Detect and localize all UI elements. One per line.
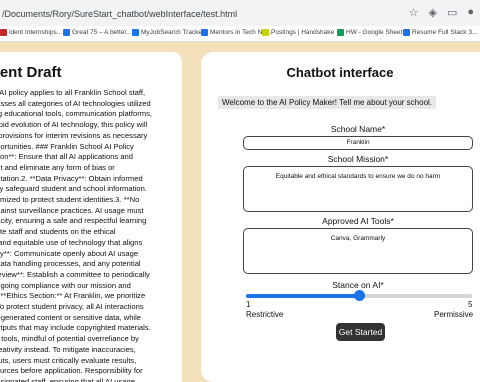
chatbot-title: Chatbot interface [286, 65, 394, 80]
draft-line: ing educational tools, communication pla… [0, 109, 152, 119]
draft-line: pportunities. ### Franklin School AI Pol… [0, 141, 134, 151]
draft-line: tputs, users must critically evaluate re… [0, 355, 137, 365]
bookmark-favicon-icon [201, 29, 208, 36]
draft-line: against surveillance practices. AI usage… [0, 205, 144, 215]
stance-label: Stance on AI* [332, 280, 384, 290]
draft-line: e. **Ethics Section:** At Franklin, we p… [0, 291, 146, 301]
draft-line: outputs that may include copyrighted mat… [0, 323, 151, 333]
bookmark-item[interactable]: Great 75 – A better... [63, 29, 132, 36]
bookmark-label: Great 75 – A better... [72, 29, 132, 36]
url-text[interactable]: /Documents/Rory/SureStart_chatbot/webInt… [2, 9, 237, 19]
draft-line: entation.2. **Data Privacy**: Obtain inf… [0, 173, 143, 183]
bookmark-favicon-icon [337, 29, 344, 36]
draft-body: is AI policy applies to all Franklin Sch… [0, 88, 175, 382]
get-started-button[interactable]: Get Started [336, 323, 385, 341]
school-mission-textarea[interactable]: Equitable and ethical standards to ensur… [243, 166, 473, 212]
stance-slider-thumb[interactable] [354, 290, 365, 301]
bookmark-label: MyJobSearch Tracke... [141, 29, 208, 36]
school-name-input[interactable]: Franklin [243, 136, 473, 150]
draft-line: n provisions for interim revisions as ne… [0, 130, 148, 140]
bookmark-label: Resume Full Stack 3... [412, 29, 478, 36]
approved-tools-label: Approved AI Tools* [322, 216, 394, 226]
draft-line: Review**: Establish a committee to perio… [0, 269, 150, 279]
current-draft-panel: rent Draft is AI policy applies to all F… [0, 52, 182, 382]
draft-line: designated staff, ensuring that all AI u… [0, 376, 135, 382]
extension-icon[interactable]: ◈ [428, 6, 436, 19]
draft-line: ongoing compliance with our mission and [0, 280, 131, 290]
stance-slider[interactable] [246, 290, 472, 301]
bookmark-favicon-icon [262, 29, 269, 36]
stance-max-label: Permissive [434, 310, 474, 319]
school-name-label: School Name* [330, 124, 386, 134]
bookmark-item[interactable]: Resume Full Stack 3... [403, 29, 477, 36]
stance-max-value: 5 [468, 300, 473, 309]
draft-line: ncy**: Communicate openly about AI usage [0, 248, 139, 258]
bookmark-star-icon[interactable]: ☆ [409, 6, 419, 19]
draft-line: pacity, ensuring a safe and respectful l… [0, 216, 147, 226]
bookmark-item[interactable]: ident Internships... [0, 29, 62, 36]
bookmark-favicon-icon [63, 29, 70, 36]
browser-toolbar-icons: ☆ ◈ ▭ ● [409, 6, 474, 19]
draft-line: sources before application. Responsibili… [0, 366, 143, 376]
draft-line: nymized to protect student identities.3.… [0, 195, 140, 205]
bookmark-favicon-icon [0, 29, 7, 36]
draft-line: . To protect student privacy, all AI int… [0, 302, 144, 312]
draft-line: AI tools, mindful of potential overrelia… [0, 334, 139, 344]
draft-line: ent and eliminate any form of bias or [0, 162, 115, 172]
browser-address-bar: /Documents/Rory/SureStart_chatbot/webInt… [0, 0, 480, 26]
draft-line: rapid evolution of AI technology, this p… [0, 120, 148, 130]
draft-line: is AI policy applies to all Franklin Sch… [0, 88, 146, 97]
bookmark-favicon-icon [132, 29, 139, 36]
draft-line: , data handling processes, and any poten… [0, 259, 141, 269]
bookmark-label: HW - Google Sheets [346, 29, 406, 36]
profile-icon[interactable]: ● [467, 6, 474, 19]
draft-title: rent Draft [0, 64, 62, 81]
draft-line: cate staff and students on the ethical [0, 227, 116, 237]
stance-min-label: Restrictive [246, 310, 284, 319]
stance-min-value: 1 [246, 300, 251, 309]
bookmark-item[interactable]: HW - Google Sheets [337, 29, 406, 36]
bookmark-label: ident Internships... [9, 29, 63, 36]
draft-line: ctly safeguard student and school inform… [0, 184, 147, 194]
draft-line: creativity instead. To mitigate inaccura… [0, 344, 136, 354]
bookmarks-bar: ident Internships... Great 75 – A better.… [0, 26, 480, 42]
approved-tools-textarea[interactable]: Canva, Grammarly [243, 228, 473, 274]
welcome-message: Welcome to the AI Policy Maker! Tell me … [218, 96, 437, 109]
chatbot-panel: Chatbot interface Welcome to the AI Poli… [201, 52, 480, 382]
draft-line: e and equitable use of technology that a… [0, 237, 143, 247]
bookmark-item[interactable]: Mentors in Tech No... [201, 29, 271, 36]
bookmark-favicon-icon [403, 29, 410, 36]
sidepanel-icon[interactable]: ▭ [447, 6, 457, 19]
draft-line: ntion**: Ensure that all AI applications… [0, 152, 133, 162]
bookmark-item[interactable]: Postings | Handshake [262, 29, 334, 36]
stance-slider-fill [246, 294, 359, 298]
draft-line: nt-generated content or sensitive data, … [0, 312, 142, 322]
school-mission-label: School Mission* [327, 154, 389, 164]
bookmark-label: Postings | Handshake [271, 29, 335, 36]
draft-line: passes all categories of AI technologies… [0, 98, 151, 108]
bookmark-item[interactable]: MyJobSearch Tracke... [132, 29, 207, 36]
